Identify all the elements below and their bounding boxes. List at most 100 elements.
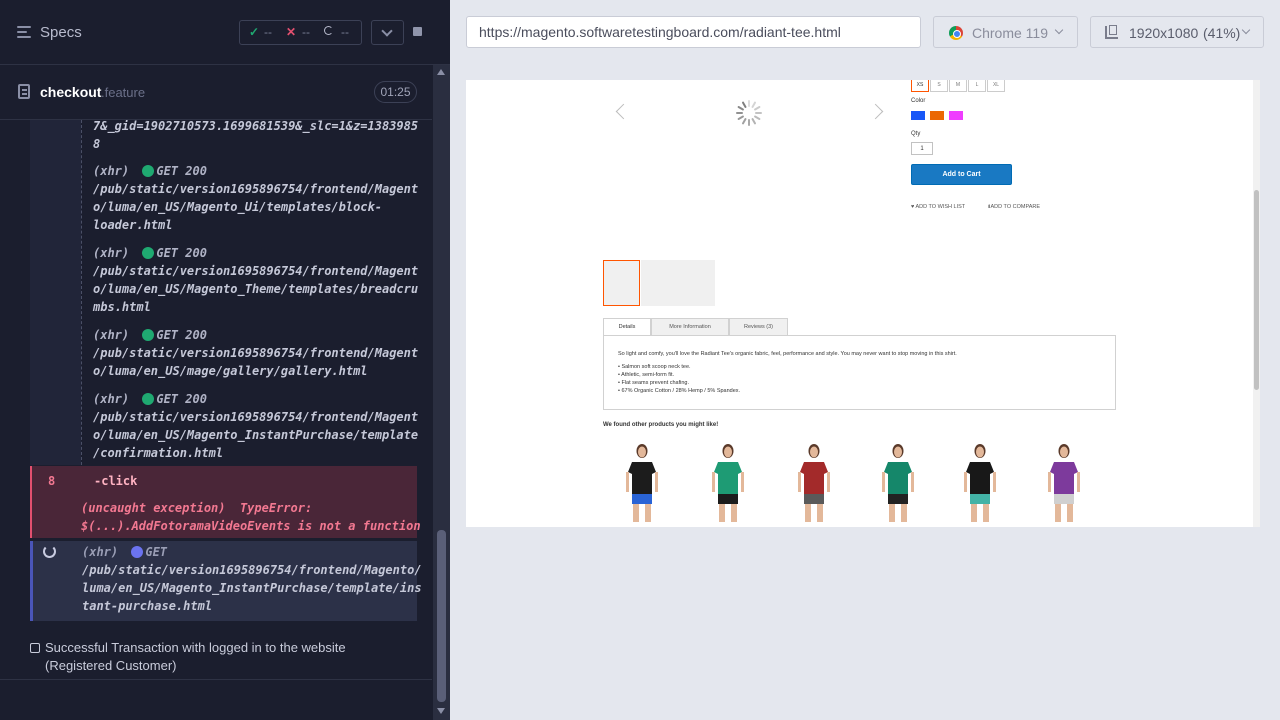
tab-details[interactable]: Details — [603, 318, 651, 336]
add-to-wishlist-link[interactable]: ♥ ADD TO WISH LIST — [911, 204, 965, 210]
ruler-icon — [1105, 25, 1118, 39]
size-option[interactable]: L — [968, 80, 986, 92]
product-image — [626, 444, 658, 522]
size-option[interactable]: XL — [987, 80, 1005, 92]
chevron-down-icon — [381, 25, 393, 37]
command-name: -click — [94, 474, 138, 488]
log-entry[interactable]: (xhr) GET 200 /pub/static/version1695896… — [93, 390, 418, 462]
color-swatch[interactable] — [911, 111, 925, 120]
size-option[interactable]: XS — [911, 80, 929, 92]
log-entry[interactable]: (xhr) GET 200 /pub/static/version1695896… — [93, 326, 418, 380]
stop-button[interactable] — [401, 20, 434, 45]
qty-input[interactable]: 1 — [911, 142, 933, 155]
log-path: /pub/static/version1695896754/frontend/M… — [82, 563, 422, 613]
chevron-down-icon — [1054, 25, 1064, 35]
error-text: $(...).AddFotoramaVideoEvents is not a f… — [81, 519, 421, 533]
reporter-header: Specs ✓ -- ✕ -- -- — [0, 0, 450, 65]
log-path: /pub/static/version1695896754/frontend/M… — [93, 182, 419, 232]
color-swatch[interactable] — [949, 111, 963, 120]
log-method: GET 200 — [156, 328, 207, 342]
wishlist-label: ADD TO WISH LIST — [915, 204, 966, 210]
log-method: GET — [145, 545, 168, 559]
aut-scrollbar[interactable] — [1253, 80, 1260, 527]
gallery-loading-spinner-icon — [736, 100, 762, 126]
log-path: /pub/static/version1695896754/frontend/M… — [93, 346, 419, 378]
size-option[interactable]: S — [930, 80, 948, 92]
size-option[interactable]: M — [949, 80, 967, 92]
status-dot-icon — [142, 393, 155, 405]
specs-label[interactable]: Specs — [40, 24, 82, 41]
heart-icon: ♥ — [911, 204, 915, 210]
scrollbar-thumb[interactable] — [437, 530, 446, 702]
compare-bars-icon: ılı — [988, 204, 991, 210]
browser-selector[interactable]: Chrome 119 — [933, 16, 1078, 48]
failed-count: -- — [302, 25, 310, 39]
test-stats: ✓ -- ✕ -- -- — [239, 20, 362, 45]
related-product[interactable] — [952, 442, 1008, 524]
log-url-text: 7&_gid=1902710573.1699681539&_slc=1&z=13… — [93, 120, 419, 151]
browser-name: Chrome 119 — [972, 25, 1049, 41]
status-dot-icon — [142, 247, 155, 259]
product-image — [1048, 444, 1080, 522]
gallery-thumbnail[interactable] — [641, 260, 678, 306]
product-image — [964, 444, 996, 522]
gallery-thumbnail[interactable] — [678, 260, 715, 306]
command-log-scrollbar[interactable] — [433, 65, 450, 720]
aut-panel: https://magento.softwaretestingboard.com… — [450, 0, 1280, 720]
product-image — [798, 444, 830, 522]
error-message: (uncaught exception) TypeError: $(...).A… — [81, 499, 421, 535]
loading-spinner-icon — [43, 545, 56, 558]
related-product[interactable] — [1036, 442, 1092, 524]
expand-dropdown-button[interactable] — [371, 20, 404, 45]
scroll-down-arrow-icon[interactable] — [437, 708, 445, 714]
spec-file-name[interactable]: checkout — [40, 84, 101, 100]
spec-file-extension: .feature — [101, 85, 146, 100]
scroll-up-arrow-icon[interactable] — [437, 69, 445, 75]
gallery-next-arrow-icon[interactable] — [867, 103, 884, 120]
stop-icon — [413, 27, 422, 36]
product-image — [882, 444, 914, 522]
log-type: (xhr) — [82, 545, 119, 559]
viewport-size: 1920x1080 — [1129, 25, 1199, 41]
error-type: TypeError: — [239, 501, 313, 515]
specs-list-icon[interactable] — [17, 26, 33, 40]
pending-spinner-icon — [324, 26, 333, 35]
pending-request: (xhr) GET /pub/static/version1695896754/… — [82, 543, 422, 615]
description-bullet: • Salmon soft scoop neck tee. — [618, 364, 691, 370]
log-entry[interactable]: (xhr) GET 200 /pub/static/version1695896… — [93, 162, 418, 234]
aut-iframe: XS S M L XL Color Qty 1 Add to Cart ♥ AD… — [466, 80, 1260, 527]
color-swatch[interactable] — [930, 111, 944, 120]
log-gutter — [30, 120, 81, 465]
command-log-panel: Specs ✓ -- ✕ -- -- checkout .feature 01:… — [0, 0, 450, 720]
pending-command-row[interactable]: (xhr) GET /pub/static/version1695896754/… — [30, 541, 422, 621]
tab-reviews[interactable]: Reviews (3) — [729, 318, 788, 336]
product-description-box: So light and comfy, you'll love the Radi… — [603, 335, 1116, 410]
viewport-scale: (41%) — [1203, 25, 1241, 41]
aut-scrollbar-thumb[interactable] — [1254, 190, 1259, 390]
chevron-down-icon — [1241, 25, 1251, 35]
document-icon — [18, 84, 30, 99]
gallery-thumbnail[interactable] — [603, 260, 640, 306]
check-icon: ✓ — [249, 25, 260, 39]
gallery-prev-arrow-icon[interactable] — [615, 103, 632, 120]
error-label: (uncaught exception) — [81, 501, 226, 515]
product-image — [712, 444, 744, 522]
related-product[interactable] — [614, 442, 670, 524]
tab-more-information[interactable]: More Information — [651, 318, 729, 336]
add-to-compare-link[interactable]: ılı ADD TO COMPARE — [988, 204, 1040, 210]
related-product[interactable] — [870, 442, 926, 524]
log-entry[interactable]: (xhr) GET 200 /pub/static/version1695896… — [93, 244, 418, 316]
pending-count: -- — [341, 25, 349, 39]
add-to-cart-button[interactable]: Add to Cart — [911, 164, 1012, 185]
failed-command-row[interactable]: 8 -click (uncaught exception) TypeError:… — [30, 466, 421, 538]
related-product[interactable] — [786, 442, 842, 524]
aut-url-bar[interactable]: https://magento.softwaretestingboard.com… — [466, 16, 921, 48]
description-text: So light and comfy, you'll love the Radi… — [618, 351, 957, 357]
viewport-selector[interactable]: 1920x1080 (41%) — [1090, 16, 1264, 48]
compare-label: ADD TO COMPARE — [990, 204, 1041, 210]
test-title: Successful Transaction with logged in to… — [45, 640, 346, 673]
related-product[interactable] — [700, 442, 756, 524]
log-path: /pub/static/version1695896754/frontend/M… — [93, 410, 419, 460]
qty-label: Qty — [911, 131, 921, 137]
description-bullet: • Athletic, semi-form fit. — [618, 372, 675, 378]
